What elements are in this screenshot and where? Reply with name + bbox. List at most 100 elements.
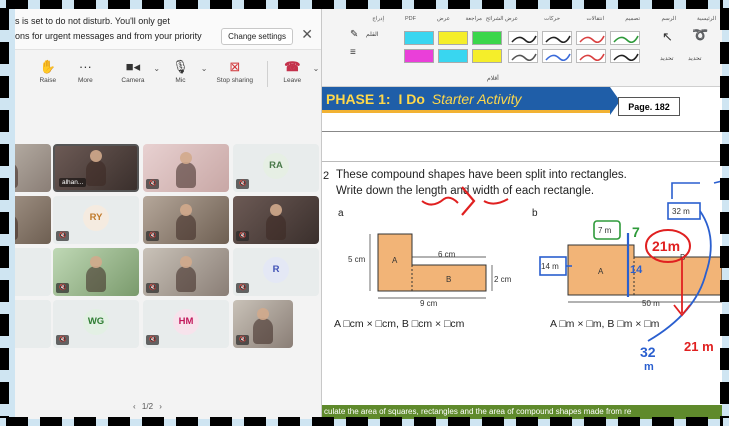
participant-tile[interactable]: 🔇 xyxy=(53,248,139,296)
pen-style-button[interactable] xyxy=(542,49,572,63)
change-settings-button[interactable]: Change settings xyxy=(221,28,293,45)
pen-style-button[interactable] xyxy=(610,31,640,45)
pen-style-button[interactable] xyxy=(508,49,538,63)
raise-label: Raise xyxy=(39,77,57,84)
mic-muted-icon: 🔇 xyxy=(56,335,70,345)
participant-tile[interactable]: 🔇 xyxy=(233,196,319,244)
eraser-icon[interactable]: ✎ xyxy=(350,29,358,40)
pen-style-button[interactable] xyxy=(576,31,606,45)
teams-meeting-window: is is set to do not disturb. You'll only… xyxy=(15,9,322,419)
ribbon-tab[interactable]: إدراج xyxy=(372,16,384,22)
answer-row-a: A □cm × □cm, B □cm × □cm xyxy=(334,318,465,330)
meeting-toolbar: ✋ Raise ··· More ■◂ Camera ⌄ 🎙 Mic ⌄ ⊠ S… xyxy=(15,59,321,101)
highlighter-swatch[interactable] xyxy=(438,31,468,45)
stop-sharing-button[interactable]: ⊠ Stop sharing xyxy=(209,59,260,84)
participant-tile[interactable]: HM 🔇 xyxy=(143,300,229,348)
pen-style-button[interactable] xyxy=(542,31,572,45)
participant-tile[interactable]: RA 🔇 xyxy=(233,144,319,192)
ribbon-tab[interactable]: عرض xyxy=(437,16,450,22)
participant-grid: 🔇 alhan... 🔇 RA🔇 RY🔇 🔇 🔇 🔇 🔇 R🔇 WG🔇 HM🔇 … xyxy=(15,144,321,354)
leave-button[interactable]: ☎ Leave xyxy=(274,59,312,84)
camera-button[interactable]: ■◂ Camera xyxy=(114,59,152,84)
participant-tile[interactable]: WG 🔇 xyxy=(53,300,139,348)
more-button[interactable]: ··· More xyxy=(67,59,105,84)
ribbon-tab[interactable]: الرسم xyxy=(661,16,676,22)
leave-options-chevron-icon[interactable]: ⌄ xyxy=(311,64,321,73)
more-label: More xyxy=(77,77,93,84)
avatar: RY xyxy=(83,205,109,231)
highlighter-swatch[interactable] xyxy=(404,49,434,63)
participant-tile[interactable]: RY 🔇 xyxy=(53,196,139,244)
microphone-icon: 🎙 xyxy=(172,59,189,74)
ribbon-tab[interactable]: تصميم xyxy=(625,16,640,22)
mic-muted-icon: 🔇 xyxy=(236,283,250,293)
stop-sharing-label: Stop sharing xyxy=(216,77,254,84)
frame-top xyxy=(6,0,723,9)
participant-video xyxy=(86,256,106,292)
highlighter-swatch[interactable] xyxy=(438,49,468,63)
mic-button[interactable]: 🎙 Mic xyxy=(162,59,200,84)
avatar: RA xyxy=(263,153,289,179)
mic-label: Mic xyxy=(175,77,186,84)
mic-muted-icon: 🔇 xyxy=(146,179,160,189)
participant-tile[interactable] xyxy=(15,248,51,296)
ribbon-tab[interactable]: حركات xyxy=(544,16,560,22)
lasso-icon[interactable]: ➰ xyxy=(692,27,708,43)
answer-row-b: A □m × □m, B □m × □m xyxy=(550,318,660,330)
pen-width-icon[interactable]: ≡ xyxy=(350,47,356,58)
participant-video xyxy=(86,150,106,186)
ribbon-side-label: تحديد xyxy=(688,56,702,62)
select-cursor-icon[interactable]: ↖ xyxy=(662,29,673,45)
ribbon-tab[interactable]: عرض الشرائح xyxy=(486,16,518,22)
participant-tile-active[interactable]: alhan... xyxy=(53,144,139,192)
pens-group-label: أقلام xyxy=(487,76,499,82)
pen-style-button[interactable] xyxy=(576,49,606,63)
ribbon-side-label: تحديد xyxy=(660,56,674,62)
participant-tile[interactable]: 🔇 xyxy=(143,196,229,244)
participant-name: alhan... xyxy=(59,178,87,187)
highlighter-swatch[interactable] xyxy=(404,31,434,45)
shared-slide: PHASE 1: I Do Starter Activity Page. 182… xyxy=(322,87,722,419)
next-page-icon[interactable]: › xyxy=(159,402,162,411)
participant-tile[interactable] xyxy=(15,300,51,348)
dim-bottom: 9 cm xyxy=(420,299,438,308)
camera-icon: ■◂ xyxy=(125,59,141,74)
dim-right: 2 cm xyxy=(494,275,512,284)
avatar: HM xyxy=(173,309,199,335)
ribbon-tab[interactable]: انتقالات xyxy=(587,16,605,22)
camera-options-chevron-icon[interactable]: ⌄ xyxy=(152,64,162,73)
gallery-pager: ‹ 1/2 › xyxy=(133,402,162,411)
participant-video xyxy=(266,204,286,240)
ribbon-tab[interactable]: مراجعة xyxy=(465,16,482,22)
raise-hand-button[interactable]: ✋ Raise xyxy=(29,59,67,84)
highlighter-swatch[interactable] xyxy=(472,31,502,45)
region-label-b: B xyxy=(680,253,686,262)
dim-seven: 7 m xyxy=(598,226,612,235)
mic-muted-icon: 🔇 xyxy=(146,283,160,293)
participant-tile[interactable] xyxy=(15,196,51,244)
mic-muted-icon: 🔇 xyxy=(236,231,250,241)
participant-tile[interactable]: 🔇 xyxy=(15,144,51,192)
ribbon-tab[interactable]: PDF xyxy=(405,16,416,22)
mic-options-chevron-icon[interactable]: ⌄ xyxy=(199,64,209,73)
screen: is is set to do not disturb. You'll only… xyxy=(0,0,729,426)
objective-footer: culate the area of squares, rectangles a… xyxy=(322,405,722,419)
participant-tile[interactable]: 🔇 xyxy=(233,300,293,348)
close-icon[interactable]: ✕ xyxy=(301,26,313,43)
participant-tile[interactable]: 🔇 xyxy=(143,248,229,296)
dim-bottom: 50 m xyxy=(642,299,660,308)
prev-page-icon[interactable]: ‹ xyxy=(133,402,136,411)
toolbar-divider xyxy=(266,61,268,87)
highlighter-swatch[interactable] xyxy=(472,49,502,63)
notification-text-line1: is is set to do not disturb. You'll only… xyxy=(15,16,170,26)
participant-video xyxy=(176,204,196,240)
pen-style-button[interactable] xyxy=(508,31,538,45)
pen-style-button[interactable] xyxy=(610,49,640,63)
dim-left: 5 cm xyxy=(348,255,366,264)
participant-tile[interactable]: 🔇 xyxy=(143,144,229,192)
ribbon-tab[interactable]: الرئيسية xyxy=(697,16,716,22)
hand-icon: ✋ xyxy=(39,59,56,74)
mic-muted-icon: 🔇 xyxy=(236,335,250,345)
ribbon-side-label: القلم xyxy=(366,32,379,38)
participant-tile[interactable]: R 🔇 xyxy=(233,248,319,296)
